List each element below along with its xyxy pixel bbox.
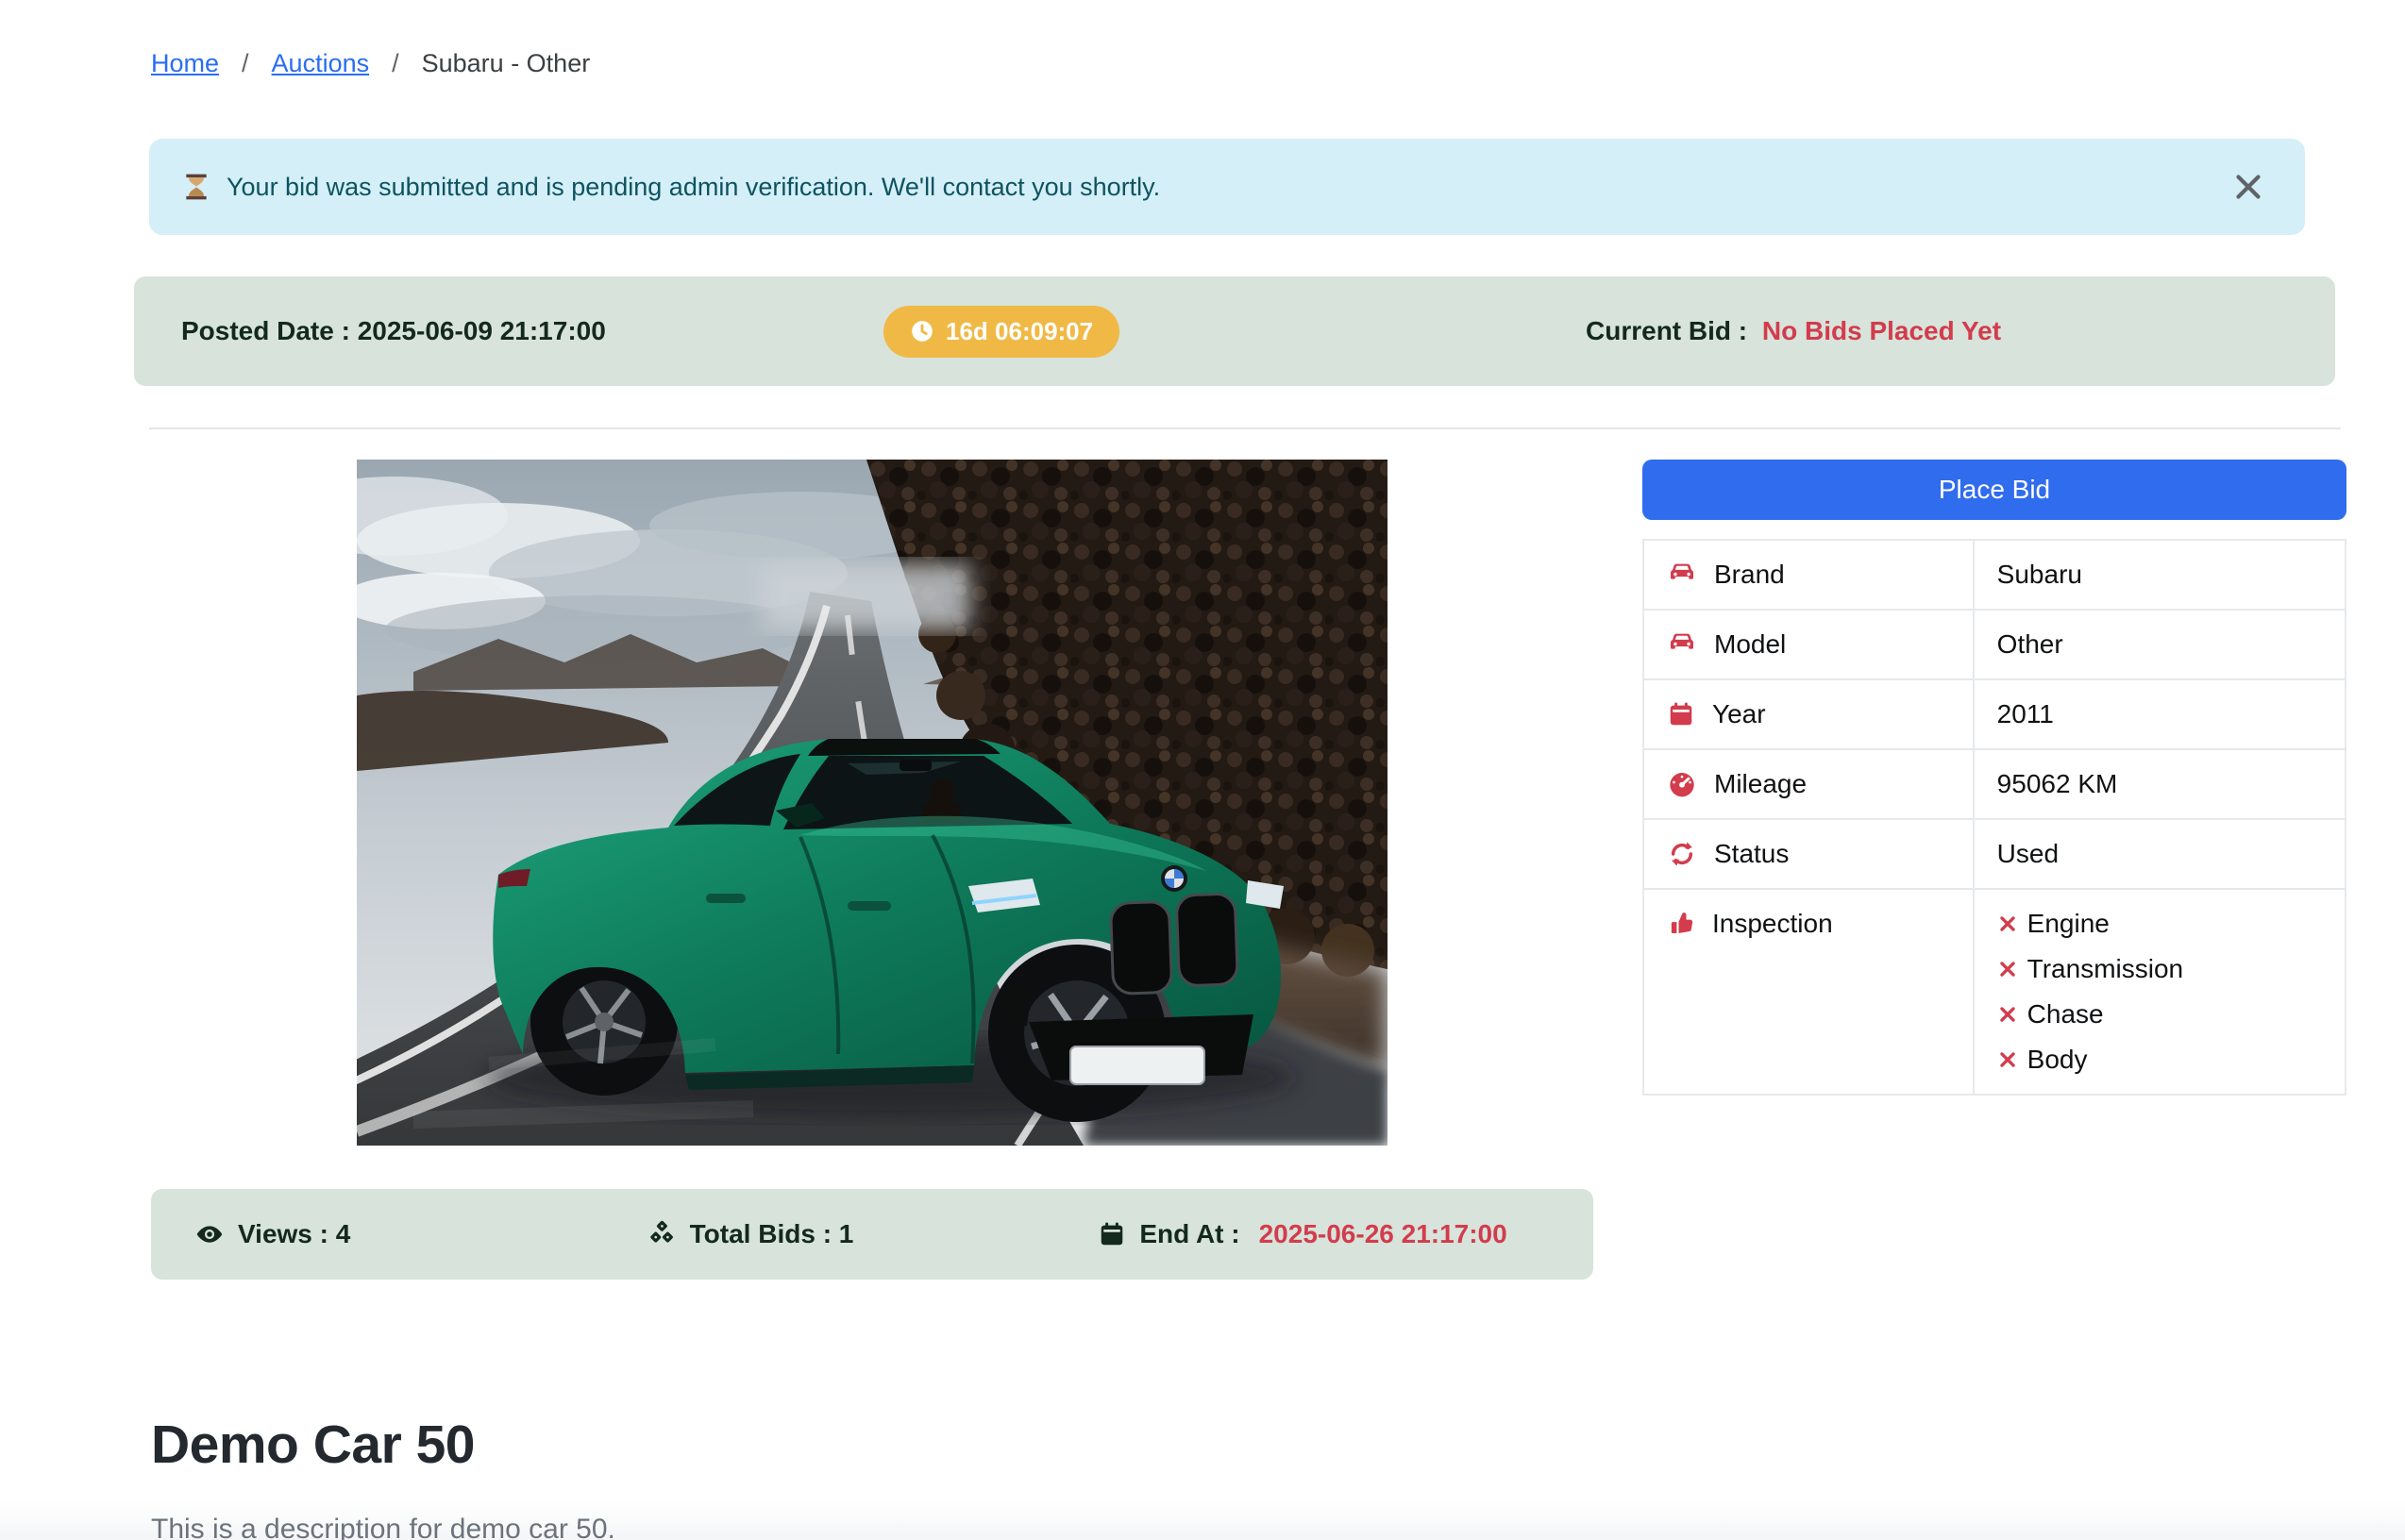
detail-value: Subaru	[1974, 540, 2346, 610]
table-row-inspection: Inspection Engine	[1643, 889, 2346, 1095]
clock-icon	[910, 319, 934, 343]
detail-value: 95062 KM	[1974, 749, 2346, 819]
table-row-status: Status Used	[1643, 819, 2346, 889]
x-mark-icon	[1997, 959, 2018, 979]
end-at-label: End At :	[1139, 1219, 1239, 1249]
breadcrumb-separator: /	[242, 49, 249, 78]
table-row-brand: Brand Subaru	[1643, 540, 2346, 610]
refresh-arrows-icon	[1667, 839, 1697, 869]
x-mark-icon	[1997, 913, 2018, 934]
current-bid: Current Bid : No Bids Placed Yet	[1586, 316, 2288, 346]
posted-date: Posted Date : 2025-06-09 21:17:00	[181, 316, 883, 346]
inspection-item: Body	[1997, 1045, 2322, 1075]
page-title: Demo Car 50	[151, 1414, 2405, 1476]
place-bid-button[interactable]: Place Bid	[1642, 460, 2346, 520]
table-row-year: Year 2011	[1643, 679, 2346, 749]
end-at-stat: End At : 2025-06-26 21:17:00	[1098, 1219, 1550, 1249]
views-value: Views : 4	[238, 1219, 350, 1249]
detail-value: Used	[1974, 819, 2346, 889]
countdown-value: 16d 06:09:07	[946, 317, 1093, 346]
inspection-item-label: Engine	[2027, 909, 2110, 939]
detail-label: Mileage	[1714, 769, 1807, 799]
countdown-badge: 16d 06:09:07	[883, 306, 1119, 358]
detail-label: Model	[1714, 629, 1786, 660]
detail-label: Status	[1714, 839, 1789, 869]
listing-description: This is a description for demo car 50.	[151, 1514, 2405, 1540]
close-icon[interactable]	[2224, 162, 2273, 211]
vehicle-details-table: Brand Subaru Model Other	[1642, 539, 2346, 1096]
auction-stats-bar: Views : 4 Total Bids : 1	[151, 1189, 1593, 1280]
calendar-icon	[1667, 700, 1695, 728]
total-bids-value: Total Bids : 1	[690, 1219, 854, 1249]
breadcrumb: Home / Auctions / Subaru - Other	[151, 49, 2405, 78]
inspection-item: Chase	[1997, 999, 2322, 1029]
current-bid-label: Current Bid :	[1586, 316, 1747, 345]
inspection-item-label: Chase	[2027, 999, 2104, 1029]
car-side-icon	[1667, 629, 1697, 660]
auction-meta-bar: Posted Date : 2025-06-09 21:17:00 16d 06…	[134, 276, 2335, 386]
hourglass-icon	[181, 172, 211, 202]
breadcrumb-current: Subaru - Other	[422, 49, 591, 78]
main-content: Views : 4 Total Bids : 1	[151, 460, 2405, 1280]
table-row-model: Model Other	[1643, 610, 2346, 679]
speedometer-icon	[1667, 769, 1697, 799]
breadcrumb-separator: /	[392, 49, 399, 78]
table-row-mileage: Mileage 95062 KM	[1643, 749, 2346, 819]
detail-label: Year	[1712, 699, 1766, 729]
inspection-item-label: Body	[2027, 1045, 2088, 1075]
detail-label: Brand	[1714, 560, 1785, 590]
right-column: Place Bid Brand Subaru	[1642, 460, 2346, 1280]
section-divider	[149, 427, 2341, 429]
inspection-item-label: Transmission	[2027, 954, 2183, 984]
end-at-value: 2025-06-26 21:17:00	[1259, 1219, 1507, 1249]
current-bid-value: No Bids Placed Yet	[1762, 316, 2001, 345]
total-bids-stat: Total Bids : 1	[647, 1219, 1099, 1249]
inspection-item: Transmission	[1997, 954, 2322, 984]
detail-value: 2011	[1974, 679, 2346, 749]
breadcrumb-link-auctions[interactable]: Auctions	[272, 49, 370, 78]
eye-icon	[194, 1219, 225, 1249]
thumbs-up-icon	[1667, 910, 1695, 938]
x-mark-icon	[1997, 1004, 2018, 1025]
bid-pending-alert: Your bid was submitted and is pending ad…	[149, 139, 2305, 235]
detail-value: Other	[1974, 610, 2346, 679]
x-mark-icon	[1997, 1049, 2018, 1070]
calendar-icon	[1098, 1220, 1126, 1248]
detail-label: Inspection	[1712, 909, 1833, 939]
car-side-icon	[1667, 560, 1697, 590]
breadcrumb-link-home[interactable]: Home	[151, 49, 219, 78]
left-column: Views : 4 Total Bids : 1	[151, 460, 1593, 1280]
alert-message: Your bid was submitted and is pending ad…	[227, 173, 1160, 202]
vehicle-photo	[357, 460, 1388, 1146]
inspection-item: Engine	[1997, 909, 2322, 939]
cubes-icon	[647, 1219, 677, 1249]
inspection-values: Engine Transmission Chase	[1974, 889, 2346, 1095]
views-stat: Views : 4	[194, 1219, 647, 1249]
